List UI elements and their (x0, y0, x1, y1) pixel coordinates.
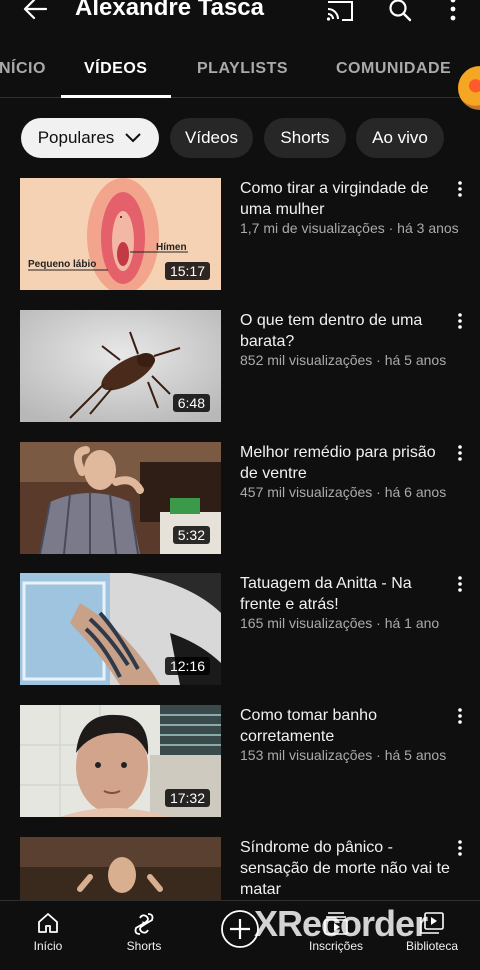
video-thumbnail[interactable]: 5:32 (20, 442, 221, 554)
thumb-label-pequeno-labio: Pequeno lábio (28, 259, 96, 270)
video-item[interactable]: 5:32 Melhor remédio para prisão de ventr… (20, 442, 480, 554)
video-duration: 17:32 (164, 789, 210, 807)
cast-icon[interactable] (326, 0, 354, 22)
chip-label: Vídeos (185, 128, 238, 147)
nav-library[interactable]: Biblioteca (384, 901, 480, 970)
channel-tabs: INÍCIO VÍDEOS PLAYLISTS COMUNIDADE (0, 44, 480, 98)
more-vert-icon[interactable] (456, 707, 464, 725)
channel-title: Alexandre Tasca (75, 0, 264, 21)
video-meta: 153 mil visualizações · há 5 anos (240, 747, 447, 763)
video-title[interactable]: Como tirar a virgindade de uma mulher (240, 178, 450, 220)
chip-populares[interactable]: Populares (21, 118, 159, 158)
video-title[interactable]: O que tem dentro de uma barata? (240, 310, 450, 352)
back-arrow-icon[interactable] (22, 0, 48, 22)
video-thumbnail[interactable]: 17:32 (20, 705, 221, 817)
search-icon[interactable] (388, 0, 412, 22)
active-tab-indicator (61, 95, 171, 98)
video-item[interactable]: 17:32 Como tomar banho corretamente 153 … (20, 705, 480, 817)
video-title[interactable]: Melhor remédio para prisão de ventre (240, 442, 450, 484)
more-vert-icon[interactable] (456, 180, 464, 198)
chip-videos[interactable]: Vídeos (170, 118, 253, 158)
video-item[interactable]: 6:48 O que tem dentro de uma barata? 852… (20, 310, 480, 422)
video-thumbnail[interactable]: 6:48 (20, 310, 221, 422)
chip-label: Ao vivo (372, 128, 428, 147)
home-icon (38, 913, 58, 933)
video-title[interactable]: Como tomar banho corretamente (240, 705, 450, 747)
nav-subscriptions[interactable]: Inscrições (288, 901, 384, 970)
chip-ao-vivo[interactable]: Ao vivo (356, 118, 444, 158)
tab-videos[interactable]: VÍDEOS (84, 60, 147, 78)
more-vert-icon[interactable] (456, 839, 464, 857)
thumb-label-himen: Hímen (156, 242, 187, 253)
video-duration: 15:17 (164, 262, 210, 280)
nav-shorts[interactable]: Shorts (96, 901, 192, 970)
nav-home[interactable]: Início (0, 901, 96, 970)
nav-create[interactable] (192, 901, 288, 970)
subscriptions-icon (324, 912, 348, 935)
more-vert-icon[interactable] (456, 312, 464, 330)
app-bar: Alexandre Tasca (0, 0, 480, 36)
video-duration: 6:48 (172, 394, 210, 412)
bottom-navigation: Início Shorts Inscrições Biblioteca (0, 900, 480, 970)
video-thumbnail[interactable]: 12:16 (20, 573, 221, 685)
video-thumbnail[interactable]: Hímen Pequeno lábio 15:17 (20, 178, 221, 290)
tab-comunidade[interactable]: COMUNIDADE (336, 60, 451, 78)
video-duration: 5:32 (172, 526, 210, 544)
nav-label: Shorts (126, 939, 162, 953)
video-title[interactable]: Tatuagem da Anitta - Na frente e atrás! (240, 573, 450, 615)
video-item[interactable]: 12:16 Tatuagem da Anitta - Na frente e a… (20, 573, 480, 685)
chip-shorts[interactable]: Shorts (264, 118, 346, 158)
shorts-icon (134, 913, 154, 935)
create-icon (221, 910, 259, 948)
video-meta: 457 mil visualizações · há 6 anos (240, 484, 447, 500)
video-title[interactable]: Síndrome do pânico - sensação de morte n… (240, 837, 450, 900)
nav-label: Inscrições (308, 939, 364, 953)
video-meta: 165 mil visualizações · há 1 ano (240, 615, 440, 631)
more-vert-icon[interactable] (446, 0, 460, 22)
more-vert-icon[interactable] (456, 444, 464, 462)
video-meta: 1,7 mi de visualizações · há 3 anos (240, 220, 459, 236)
nav-label: Biblioteca (405, 939, 459, 953)
video-item[interactable]: Hímen Pequeno lábio 15:17 Como tirar a v… (20, 178, 480, 290)
tab-inicio[interactable]: INÍCIO (0, 60, 46, 78)
chevron-down-icon (125, 133, 141, 143)
more-vert-icon[interactable] (456, 575, 464, 593)
video-duration: 12:16 (164, 657, 210, 675)
tab-playlists[interactable]: PLAYLISTS (197, 60, 288, 78)
chip-label: Shorts (280, 128, 330, 147)
video-meta: 852 mil visualizações · há 5 anos (240, 352, 447, 368)
nav-label: Início (33, 939, 63, 953)
chip-label: Populares (37, 128, 115, 147)
library-icon (420, 912, 444, 934)
